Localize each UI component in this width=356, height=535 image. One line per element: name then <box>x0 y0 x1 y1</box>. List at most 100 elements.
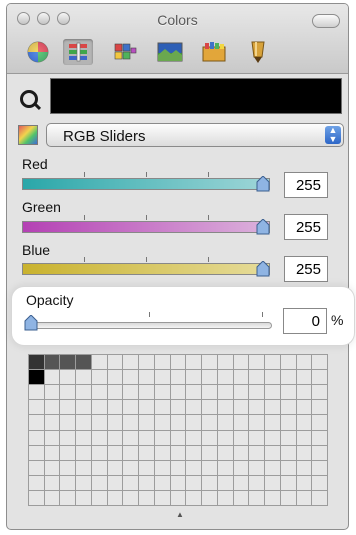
swatch-cell[interactable] <box>217 430 233 445</box>
swatch-cell[interactable] <box>91 415 107 430</box>
swatch-cell[interactable] <box>107 445 123 460</box>
swatch-cell[interactable] <box>44 355 60 370</box>
swatch-cell[interactable] <box>265 460 280 475</box>
swatch-cell[interactable] <box>123 370 139 385</box>
swatch-cell[interactable] <box>186 445 202 460</box>
swatch-cell[interactable] <box>60 385 76 400</box>
swatch-cell[interactable] <box>76 355 91 370</box>
crayons-tab[interactable] <box>199 39 229 65</box>
swatch-cell[interactable] <box>296 430 312 445</box>
swatch-cell[interactable] <box>202 370 217 385</box>
toolbar-toggle-button[interactable] <box>312 14 340 28</box>
swatch-cell[interactable] <box>280 445 296 460</box>
swatch-cell[interactable] <box>107 430 123 445</box>
swatch-cell[interactable] <box>154 400 170 415</box>
swatch-cell[interactable] <box>139 445 154 460</box>
swatch-cell[interactable] <box>280 370 296 385</box>
swatch-cell[interactable] <box>123 355 139 370</box>
swatch-cell[interactable] <box>44 460 60 475</box>
swatch-cell[interactable] <box>265 385 280 400</box>
resize-grip-icon[interactable]: ▲ <box>176 510 184 519</box>
swatch-cell[interactable] <box>186 490 202 505</box>
swatch-cell[interactable] <box>312 460 327 475</box>
swatch-cell[interactable] <box>170 460 186 475</box>
swatch-cell[interactable] <box>280 490 296 505</box>
swatch-cell[interactable] <box>233 490 249 505</box>
red-slider-track[interactable] <box>22 178 270 190</box>
swatch-cell[interactable] <box>217 490 233 505</box>
swatch-cell[interactable] <box>280 460 296 475</box>
swatch-cell[interactable] <box>296 490 312 505</box>
swatch-cell[interactable] <box>265 430 280 445</box>
swatch-cell[interactable] <box>202 385 217 400</box>
swatch-cell[interactable] <box>202 445 217 460</box>
swatch-cell[interactable] <box>249 460 265 475</box>
swatch-cell[interactable] <box>170 415 186 430</box>
swatch-cell[interactable] <box>44 370 60 385</box>
swatch-cell[interactable] <box>139 370 154 385</box>
swatch-cell[interactable] <box>249 415 265 430</box>
swatch-cell[interactable] <box>107 385 123 400</box>
swatch-cell[interactable] <box>265 475 280 490</box>
swatch-cell[interactable] <box>29 355 44 370</box>
swatch-cell[interactable] <box>202 400 217 415</box>
swatch-cell[interactable] <box>123 490 139 505</box>
swatch-cell[interactable] <box>312 490 327 505</box>
swatch-cell[interactable] <box>249 445 265 460</box>
swatch-cell[interactable] <box>154 460 170 475</box>
swatch-cell[interactable] <box>202 490 217 505</box>
swatch-cell[interactable] <box>186 355 202 370</box>
swatch-cell[interactable] <box>296 475 312 490</box>
swatch-cell[interactable] <box>107 475 123 490</box>
swatch-cell[interactable] <box>91 475 107 490</box>
swatch-cell[interactable] <box>265 415 280 430</box>
swatch-cell[interactable] <box>312 430 327 445</box>
blue-slider-thumb[interactable] <box>256 260 270 277</box>
swatch-cell[interactable] <box>60 460 76 475</box>
swatch-cell[interactable] <box>233 385 249 400</box>
magnifier-icon[interactable] <box>20 90 38 108</box>
green-slider-thumb[interactable] <box>256 218 270 235</box>
swatch-cell[interactable] <box>249 370 265 385</box>
swatch-cell[interactable] <box>296 445 312 460</box>
mode-select[interactable]: RGB Sliders ▲ ▼ <box>46 123 344 147</box>
swatch-cell[interactable] <box>233 415 249 430</box>
swatch-cell[interactable] <box>76 385 91 400</box>
swatch-cell[interactable] <box>312 355 327 370</box>
swatch-cell[interactable] <box>265 370 280 385</box>
swatch-cell[interactable] <box>202 355 217 370</box>
swatch-cell[interactable] <box>107 355 123 370</box>
swatch-cell[interactable] <box>107 415 123 430</box>
swatch-cell[interactable] <box>60 400 76 415</box>
swatch-cell[interactable] <box>123 445 139 460</box>
swatch-cell[interactable] <box>154 385 170 400</box>
swatch-cell[interactable] <box>186 460 202 475</box>
swatch-cell[interactable] <box>186 415 202 430</box>
swatch-cell[interactable] <box>29 430 44 445</box>
swatch-cell[interactable] <box>217 415 233 430</box>
swatch-cell[interactable] <box>44 430 60 445</box>
swatch-cell[interactable] <box>202 460 217 475</box>
swatch-cell[interactable] <box>170 430 186 445</box>
swatch-cell[interactable] <box>60 370 76 385</box>
swatch-cell[interactable] <box>280 430 296 445</box>
green-slider-track[interactable] <box>22 221 270 233</box>
swatch-cell[interactable] <box>312 445 327 460</box>
color-swatch-grid[interactable] <box>28 354 328 506</box>
swatch-cell[interactable] <box>29 460 44 475</box>
swatch-cell[interactable] <box>91 385 107 400</box>
swatch-cell[interactable] <box>139 475 154 490</box>
swatch-cell[interactable] <box>91 355 107 370</box>
swatch-cell[interactable] <box>233 400 249 415</box>
swatch-cell[interactable] <box>296 355 312 370</box>
swatch-cell[interactable] <box>233 430 249 445</box>
swatch-cell[interactable] <box>123 415 139 430</box>
swatch-cell[interactable] <box>296 400 312 415</box>
swatch-cell[interactable] <box>44 445 60 460</box>
swatch-cell[interactable] <box>296 460 312 475</box>
swatch-cell[interactable] <box>139 385 154 400</box>
swatch-cell[interactable] <box>154 490 170 505</box>
swatch-cell[interactable] <box>312 400 327 415</box>
swatch-cell[interactable] <box>170 475 186 490</box>
swatch-cell[interactable] <box>91 445 107 460</box>
